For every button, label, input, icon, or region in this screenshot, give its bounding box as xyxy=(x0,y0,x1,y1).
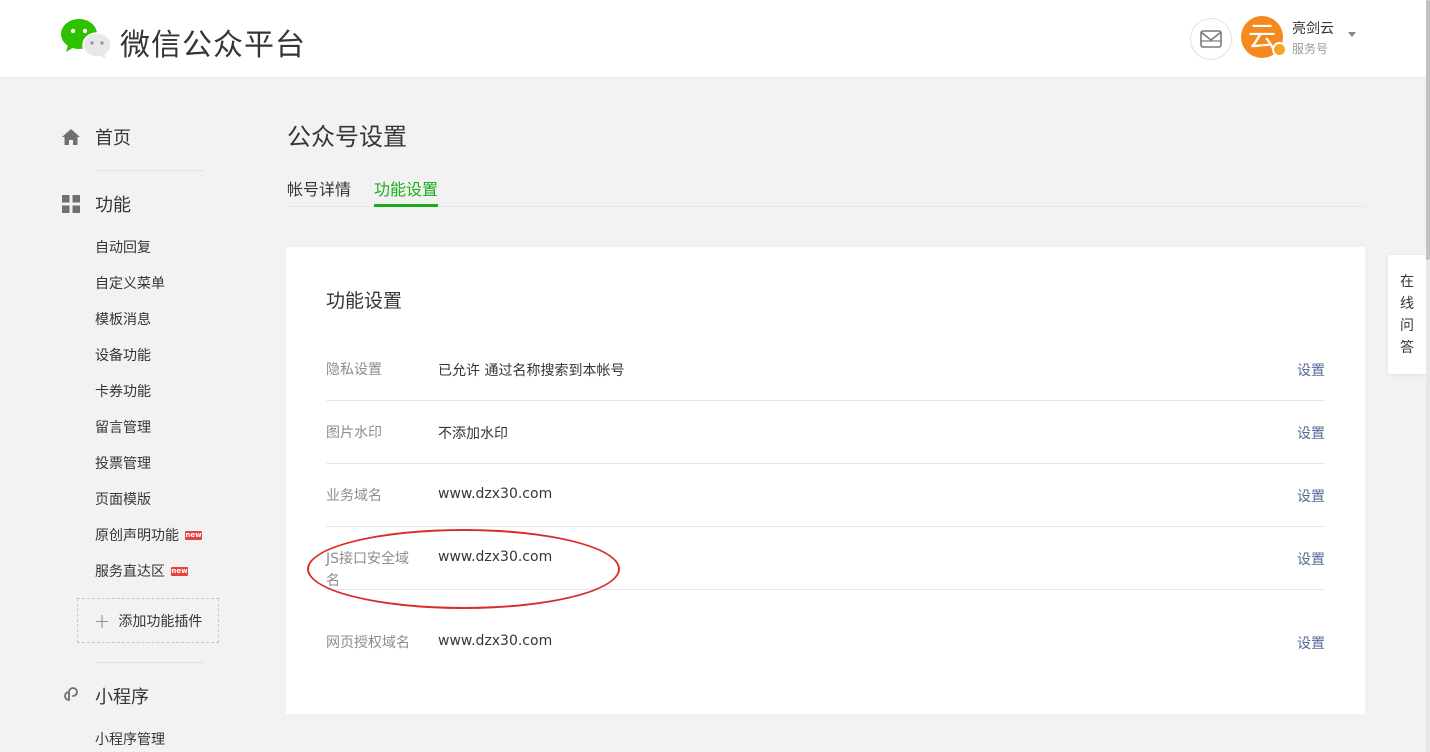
row-label: 隐私设置 xyxy=(326,362,382,378)
settings-row-watermark: 图片水印 不添加水印 设置 xyxy=(326,401,1325,464)
sidebar-item-auto-reply[interactable]: 自动回复 xyxy=(95,237,151,257)
account-type: 服务号 xyxy=(1292,42,1329,56)
message-button[interactable] xyxy=(1190,18,1232,60)
grid-icon xyxy=(60,193,82,215)
settings-row-business-domain: 业务域名 www.dzx30.com 设置 xyxy=(326,464,1325,527)
verified-badge-icon xyxy=(1272,42,1287,57)
row-label: 网页授权域名 xyxy=(326,635,410,651)
online-qa-char: 问 xyxy=(1400,317,1414,334)
settings-link[interactable]: 设置 xyxy=(1297,549,1325,569)
wechat-logo-icon[interactable] xyxy=(60,17,112,59)
sidebar-item-label: 页面模版 xyxy=(95,492,151,508)
row-label: 图片水印 xyxy=(326,425,382,441)
online-qa-char: 在 xyxy=(1400,273,1414,290)
mini-program-icon xyxy=(60,685,82,707)
sidebar-item-label: 自定义菜单 xyxy=(95,276,165,292)
online-qa-char: 答 xyxy=(1400,339,1414,356)
sidebar-home-label: 首页 xyxy=(95,128,131,149)
online-qa-char: 线 xyxy=(1400,295,1414,312)
account-name[interactable]: 亮剑云 xyxy=(1292,18,1334,38)
online-qa-button[interactable]: 在 线 问 答 xyxy=(1388,255,1426,374)
active-tab-indicator xyxy=(374,204,438,207)
page-title: 公众号设置 xyxy=(287,123,407,151)
sidebar-item-page-template[interactable]: 页面模版 xyxy=(95,489,151,509)
settings-card: 功能设置 隐私设置 已允许 通过名称搜索到本帐号 设置 图片水印 不添加水印 设… xyxy=(286,247,1365,714)
sidebar-item-device[interactable]: 设备功能 xyxy=(95,345,151,365)
sidebar-item-custom-menu[interactable]: 自定义菜单 xyxy=(95,273,165,293)
sidebar-item-label: 投票管理 xyxy=(95,456,151,472)
sidebar-item-label: 原创声明功能 xyxy=(95,528,179,544)
settings-link[interactable]: 设置 xyxy=(1297,360,1325,380)
sidebar-section-mini-program[interactable]: 小程序 xyxy=(60,683,149,709)
settings-link[interactable]: 设置 xyxy=(1297,633,1325,653)
sidebar-item-label: 留言管理 xyxy=(95,420,151,436)
sidebar-item-label: 小程序管理 xyxy=(95,732,165,748)
sidebar-item-comments[interactable]: 留言管理 xyxy=(95,417,151,437)
sidebar-function-label: 功能 xyxy=(95,195,131,216)
tab-account-details[interactable]: 帐号详情 xyxy=(287,176,351,200)
sidebar-item-mini-program-manage[interactable]: 小程序管理 xyxy=(95,729,165,749)
row-label: 业务域名 xyxy=(326,488,382,504)
add-plugin-label: 添加功能插件 xyxy=(118,613,203,630)
settings-row-oauth-domain: 网页授权域名 www.dzx30.com 设置 xyxy=(326,611,1325,674)
new-badge: new xyxy=(171,566,188,576)
sidebar-divider xyxy=(95,662,203,663)
sidebar-item-coupon[interactable]: 卡券功能 xyxy=(95,381,151,401)
row-value: 已允许 通过名称搜索到本帐号 xyxy=(438,363,625,379)
sidebar-item-template-message[interactable]: 模板消息 xyxy=(95,309,151,329)
top-header: 微信公众平台 云 亮剑云 服务号 xyxy=(0,0,1426,78)
highlight-annotation-ellipse xyxy=(307,529,620,609)
tab-function-settings[interactable]: 功能设置 xyxy=(374,176,438,200)
settings-link[interactable]: 设置 xyxy=(1297,486,1325,506)
plus-icon: + xyxy=(93,608,111,633)
card-title: 功能设置 xyxy=(326,290,403,312)
sidebar-item-label: 自动回复 xyxy=(95,240,151,256)
tab-bar: 帐号详情 功能设置 xyxy=(287,166,1365,207)
sidebar-item-original-declaration[interactable]: 原创声明功能 new xyxy=(95,525,202,545)
sidebar-item-label: 卡券功能 xyxy=(95,384,151,400)
sidebar-divider xyxy=(95,170,203,171)
add-plugin-button[interactable]: + 添加功能插件 xyxy=(77,598,219,643)
sidebar-item-service-direct[interactable]: 服务直达区 new xyxy=(95,561,188,581)
sidebar-item-label: 服务直达区 xyxy=(95,564,165,580)
new-badge: new xyxy=(185,530,202,540)
home-icon xyxy=(60,126,82,148)
sidebar-item-voting[interactable]: 投票管理 xyxy=(95,453,151,473)
sidebar-item-label: 模板消息 xyxy=(95,312,151,328)
settings-row-privacy: 隐私设置 已允许 通过名称搜索到本帐号 设置 xyxy=(326,338,1325,401)
sidebar-mini-program-label: 小程序 xyxy=(95,687,149,708)
sidebar-item-label: 设备功能 xyxy=(95,348,151,364)
sidebar-item-home[interactable]: 首页 xyxy=(60,124,131,150)
row-value: www.dzx30.com xyxy=(438,486,553,502)
row-value: www.dzx30.com xyxy=(438,633,553,649)
mail-icon xyxy=(1200,30,1222,48)
chevron-down-icon[interactable] xyxy=(1348,32,1356,37)
settings-link[interactable]: 设置 xyxy=(1297,423,1325,443)
scrollbar-thumb[interactable] xyxy=(1426,0,1430,260)
platform-title[interactable]: 微信公众平台 xyxy=(120,20,306,64)
sidebar-section-function[interactable]: 功能 xyxy=(60,191,131,217)
row-value: 不添加水印 xyxy=(438,426,508,442)
